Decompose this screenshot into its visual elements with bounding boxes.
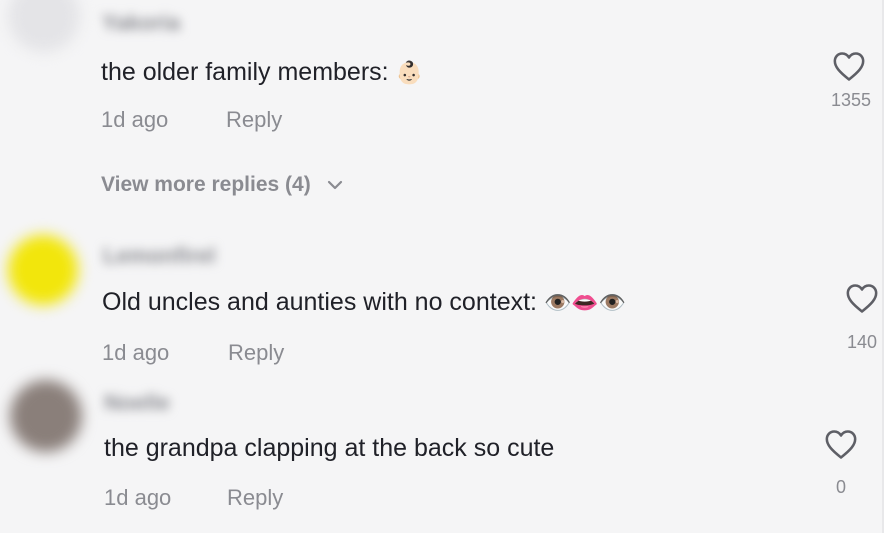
like-button[interactable] bbox=[821, 428, 861, 460]
heart-outline-icon bbox=[825, 430, 857, 459]
comment-username[interactable]: Noelle bbox=[104, 390, 170, 416]
like-count: 0 bbox=[835, 477, 846, 497]
comment-item: Noelle the grandpa clapping at the back … bbox=[0, 0, 884, 533]
comment-text-body: the grandpa clapping at the back so cute bbox=[104, 434, 555, 462]
comment-text: the grandpa clapping at the back so cute bbox=[104, 434, 554, 463]
comment-time: 1d ago bbox=[104, 485, 172, 510]
reply-button[interactable]: Reply bbox=[227, 485, 283, 511]
avatar[interactable] bbox=[10, 380, 82, 452]
